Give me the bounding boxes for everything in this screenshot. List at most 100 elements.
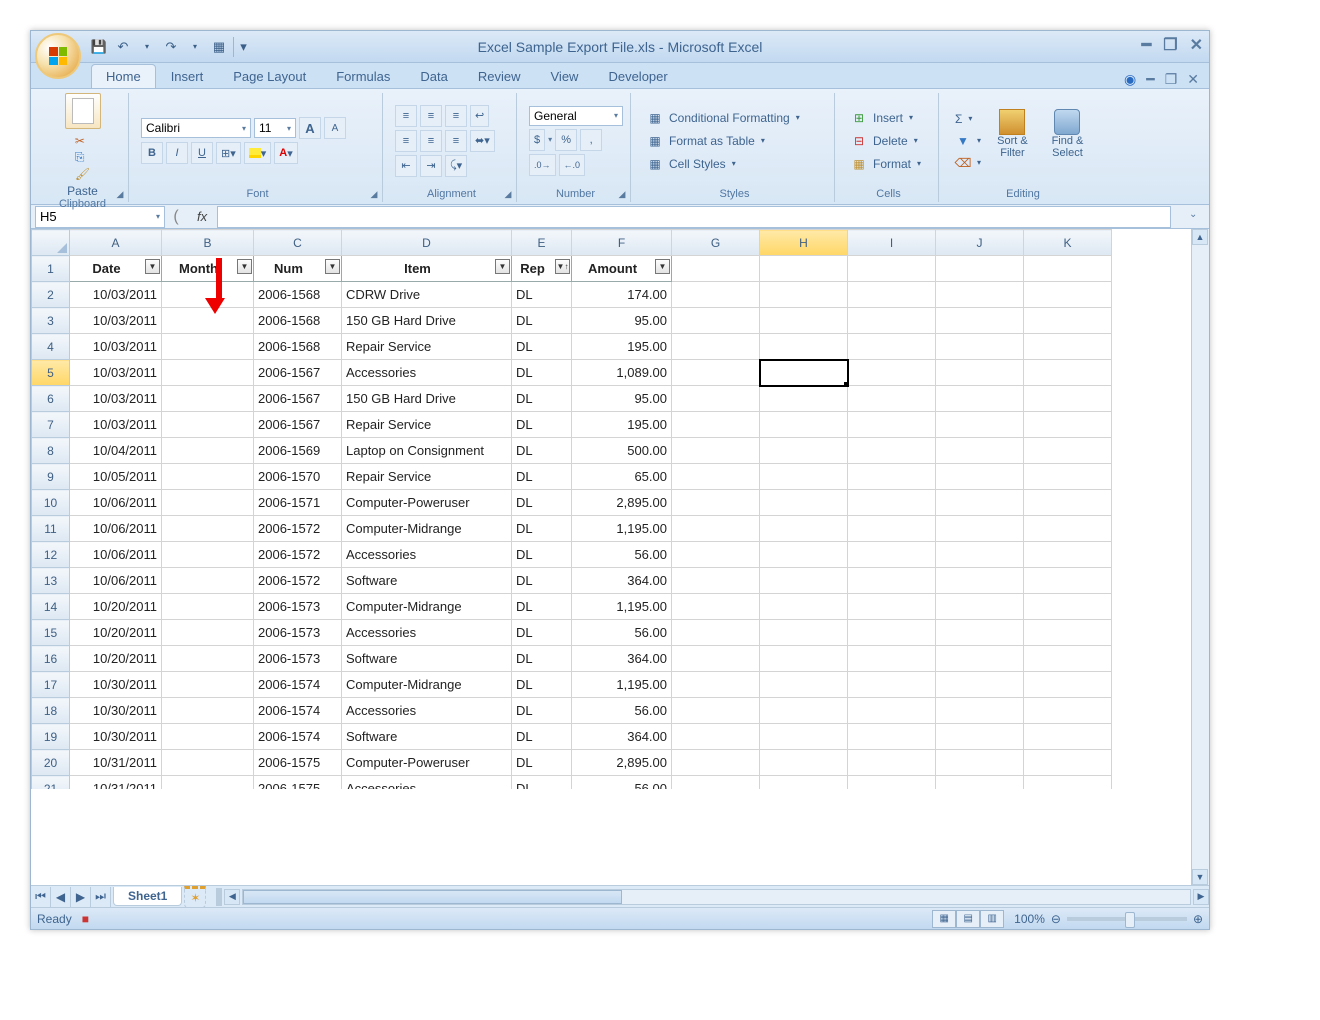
col-header-I[interactable]: I — [848, 230, 936, 256]
row-header-4[interactable]: 4 — [32, 334, 70, 360]
cell-D8[interactable]: Laptop on Consignment — [342, 438, 512, 464]
cell-F4[interactable]: 195.00 — [572, 334, 672, 360]
cell-I19[interactable] — [848, 724, 936, 750]
ribbon-tab-view[interactable]: View — [536, 64, 594, 88]
sheet-tab-sheet1[interactable]: Sheet1 — [113, 887, 182, 906]
save-icon[interactable]: 💾 — [89, 37, 109, 57]
cell-I2[interactable] — [848, 282, 936, 308]
cell-J18[interactable] — [936, 698, 1024, 724]
font-name-combo[interactable]: Calibri▾ — [141, 118, 251, 138]
cell-H7[interactable] — [760, 412, 848, 438]
cell-G18[interactable] — [672, 698, 760, 724]
cell-F17[interactable]: 1,195.00 — [572, 672, 672, 698]
cell-C19[interactable]: 2006-1574 — [254, 724, 342, 750]
cell-K17[interactable] — [1024, 672, 1112, 698]
cell-B10[interactable] — [162, 490, 254, 516]
cell-J17[interactable] — [936, 672, 1024, 698]
cell-E9[interactable]: DL — [512, 464, 572, 490]
cell-A2[interactable]: 10/03/2011 — [70, 282, 162, 308]
cell-I15[interactable] — [848, 620, 936, 646]
cell-I21[interactable] — [848, 776, 936, 790]
font-size-combo[interactable]: 11▾ — [254, 118, 296, 138]
italic-button[interactable]: I — [166, 142, 188, 164]
cell-K18[interactable] — [1024, 698, 1112, 724]
cell-A6[interactable]: 10/03/2011 — [70, 386, 162, 412]
cell-C5[interactable]: 2006-1567 — [254, 360, 342, 386]
cell-C11[interactable]: 2006-1572 — [254, 516, 342, 542]
cell-A17[interactable]: 10/30/2011 — [70, 672, 162, 698]
cell-B21[interactable] — [162, 776, 254, 790]
col-header-H[interactable]: H — [760, 230, 848, 256]
undo-dd-icon[interactable]: ▾ — [137, 37, 157, 57]
cell-E19[interactable]: DL — [512, 724, 572, 750]
number-format-combo[interactable]: General▾ — [529, 106, 623, 126]
cell-I8[interactable] — [848, 438, 936, 464]
cell-B3[interactable] — [162, 308, 254, 334]
cell-C20[interactable]: 2006-1575 — [254, 750, 342, 776]
cell-H14[interactable] — [760, 594, 848, 620]
filter-header-item[interactable]: Item▼ — [342, 256, 512, 282]
cell-A15[interactable]: 10/20/2011 — [70, 620, 162, 646]
cell-I11[interactable] — [848, 516, 936, 542]
cell-F15[interactable]: 56.00 — [572, 620, 672, 646]
cell-B18[interactable] — [162, 698, 254, 724]
ribbon-tab-home[interactable]: Home — [91, 64, 156, 88]
cell-G21[interactable] — [672, 776, 760, 790]
cell-H3[interactable] — [760, 308, 848, 334]
row-header-2[interactable]: 2 — [32, 282, 70, 308]
row-header-8[interactable]: 8 — [32, 438, 70, 464]
cell-K6[interactable] — [1024, 386, 1112, 412]
cell-I6[interactable] — [848, 386, 936, 412]
filter-button[interactable]: ▼↑ — [555, 259, 570, 274]
underline-button[interactable]: U — [191, 142, 213, 164]
cell-A3[interactable]: 10/03/2011 — [70, 308, 162, 334]
row-header-12[interactable]: 12 — [32, 542, 70, 568]
cell-C21[interactable]: 2006-1575 — [254, 776, 342, 790]
cell-G7[interactable] — [672, 412, 760, 438]
cell-D14[interactable]: Computer-Midrange — [342, 594, 512, 620]
help-icon[interactable]: ◉ — [1124, 71, 1136, 88]
grow-font-button[interactable]: A — [299, 117, 321, 139]
cell-B12[interactable] — [162, 542, 254, 568]
formula-expand-icon[interactable]: ⌄ — [1189, 209, 1205, 225]
win-close-icon[interactable]: ✕ — [1187, 71, 1199, 88]
cell-E15[interactable]: DL — [512, 620, 572, 646]
cell-K9[interactable] — [1024, 464, 1112, 490]
cell-B11[interactable] — [162, 516, 254, 542]
cell-E18[interactable]: DL — [512, 698, 572, 724]
col-header-F[interactable]: F — [572, 230, 672, 256]
cell-K11[interactable] — [1024, 516, 1112, 542]
cell-J20[interactable] — [936, 750, 1024, 776]
cell-G17[interactable] — [672, 672, 760, 698]
cell-F13[interactable]: 364.00 — [572, 568, 672, 594]
cell-I20[interactable] — [848, 750, 936, 776]
cell-J5[interactable] — [936, 360, 1024, 386]
cell-H21[interactable] — [760, 776, 848, 790]
cell-G19[interactable] — [672, 724, 760, 750]
cell-B9[interactable] — [162, 464, 254, 490]
cell-H11[interactable] — [760, 516, 848, 542]
select-all-corner[interactable] — [32, 230, 70, 256]
cell-D9[interactable]: Repair Service — [342, 464, 512, 490]
view-normal-icon[interactable]: ▦ — [932, 910, 956, 928]
indent-dec-button[interactable]: ⇤ — [395, 155, 417, 177]
align-middle-button[interactable]: ≡ — [420, 105, 442, 127]
cell-K13[interactable] — [1024, 568, 1112, 594]
excel-icon[interactable]: ▦ — [209, 37, 229, 57]
cell-A13[interactable]: 10/06/2011 — [70, 568, 162, 594]
percent-button[interactable]: % — [555, 129, 577, 151]
cell-H12[interactable] — [760, 542, 848, 568]
row-header-15[interactable]: 15 — [32, 620, 70, 646]
cell-C12[interactable]: 2006-1572 — [254, 542, 342, 568]
format-as-table-button[interactable]: ▦Format as Table ▾ — [643, 131, 826, 151]
cell-G13[interactable] — [672, 568, 760, 594]
zoom-slider[interactable] — [1067, 917, 1187, 921]
cell-G2[interactable] — [672, 282, 760, 308]
cell-F16[interactable]: 364.00 — [572, 646, 672, 672]
cell-H16[interactable] — [760, 646, 848, 672]
scroll-left-icon[interactable]: ◀ — [224, 889, 240, 905]
wrap-text-button[interactable]: ↩ — [470, 105, 489, 127]
col-header-J[interactable]: J — [936, 230, 1024, 256]
cell-H15[interactable] — [760, 620, 848, 646]
cell-C4[interactable]: 2006-1568 — [254, 334, 342, 360]
